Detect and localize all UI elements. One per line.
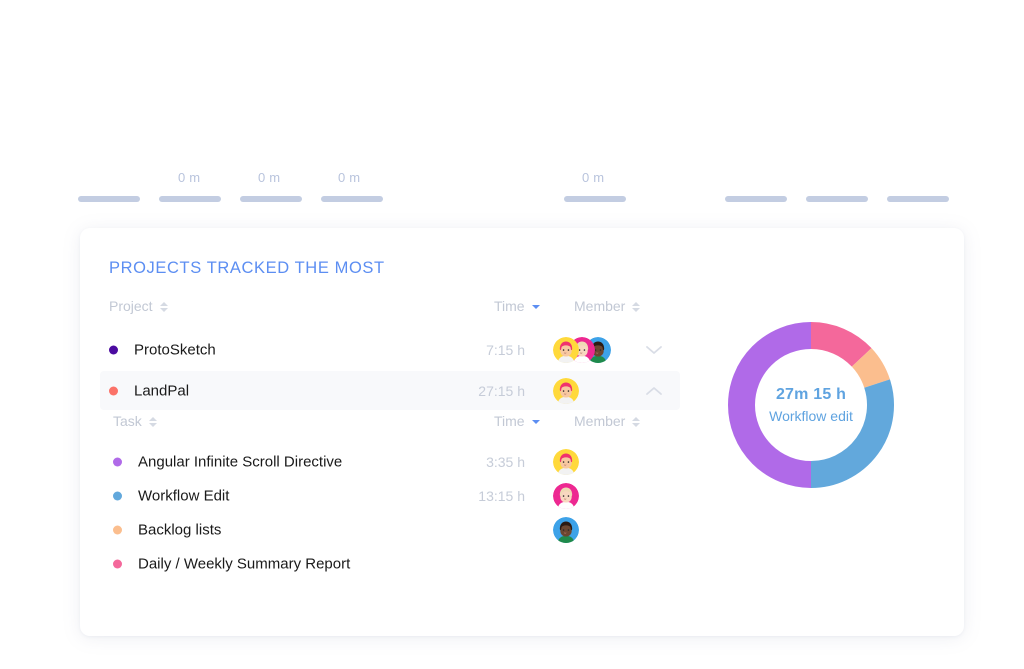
skeleton-bar [564,196,626,202]
time-distribution-donut-chart[interactable]: 27m 15 h Workflow edit [713,307,909,503]
column-header-time[interactable]: Time [494,298,541,314]
sort-icon[interactable] [148,416,158,428]
task-color-dot [113,525,122,534]
sort-icon[interactable] [632,416,641,428]
task-time-value: 13:15 h [478,487,525,504]
donut-segment[interactable] [810,379,894,488]
avatar[interactable] [553,516,579,543]
project-color-dot [109,386,118,395]
column-header-member[interactable]: Member [574,298,641,314]
sort-icon[interactable] [632,301,641,313]
avatar[interactable] [553,448,579,475]
skeleton-tick-label: 0 m [338,170,361,185]
column-header-member[interactable]: Member [574,413,641,429]
skeleton-tick-label: 0 m [178,170,201,185]
avatar-yellow [553,448,579,475]
donut-segment[interactable] [728,322,812,488]
avatar-pink [553,482,579,509]
top-skeleton-strip: 0 m 0 m 0 m 0 m [0,160,1024,210]
project-name: LandPal [134,382,190,399]
donut-segment[interactable] [851,348,890,389]
column-header-project-label: Project [109,298,153,314]
donut-svg [728,322,894,488]
skeleton-bar [240,196,302,202]
avatar-yellow [553,377,579,404]
column-header-task-label: Task [113,413,142,429]
expand-row-button[interactable] [645,344,665,356]
task-color-dot [113,491,122,500]
task-name: Angular Infinite Scroll Directive [138,453,343,470]
sort-desc-icon[interactable] [531,416,541,428]
project-time-value: 27:15 h [478,382,525,399]
sort-icon[interactable] [159,301,169,313]
member-avatar-group[interactable] [553,377,579,404]
column-header-project[interactable]: Project [109,298,169,314]
chevron-up-icon [646,386,662,395]
donut-segment[interactable] [810,322,872,368]
column-header-member-label: Member [574,413,626,429]
skeleton-bar [78,196,140,202]
page-title: PROJECTS TRACKED THE MOST [109,259,385,277]
column-header-time-label: Time [494,413,525,429]
skeleton-bar [159,196,221,202]
member-avatar-group[interactable] [553,448,579,475]
column-header-member-label: Member [574,298,626,314]
task-color-dot [113,559,122,568]
task-time-value: 3:35 h [486,453,525,470]
avatar[interactable] [553,482,579,509]
member-avatar-group[interactable] [553,482,579,509]
table-row[interactable]: ProtoSketch 7:15 h [100,330,680,369]
skeleton-bar [887,196,949,202]
task-color-dot [113,457,122,466]
skeleton-bar [321,196,383,202]
skeleton-bar [806,196,868,202]
app-root: 0 m 0 m 0 m 0 m PROJECTS TRACKED THE MOST P… [0,0,1024,669]
task-name: Backlog lists [138,521,222,538]
skeleton-tick-label: 0 m [258,170,281,185]
member-avatar-group[interactable] [553,336,611,363]
member-avatar-group[interactable] [553,516,579,543]
avatar[interactable] [553,336,579,363]
column-header-task[interactable]: Task [113,413,158,429]
project-color-dot [109,345,118,354]
avatar[interactable] [553,377,579,404]
avatar-yellow [553,336,579,363]
chevron-down-icon [646,345,662,354]
column-header-time-label: Time [494,298,525,314]
project-time-value: 7:15 h [486,341,525,358]
skeleton-bar [725,196,787,202]
collapse-row-button[interactable] [645,385,665,397]
project-name: ProtoSketch [134,341,216,358]
task-name: Workflow Edit [138,487,230,504]
table-row[interactable]: LandPal 27:15 h [100,371,680,410]
skeleton-tick-label: 0 m [582,170,605,185]
task-name: Daily / Weekly Summary Report [138,555,351,572]
avatar-blue [553,516,579,543]
sort-desc-icon[interactable] [531,301,541,313]
table-row[interactable]: Daily / Weekly Summary Report [100,544,680,583]
column-header-time[interactable]: Time [494,413,541,429]
